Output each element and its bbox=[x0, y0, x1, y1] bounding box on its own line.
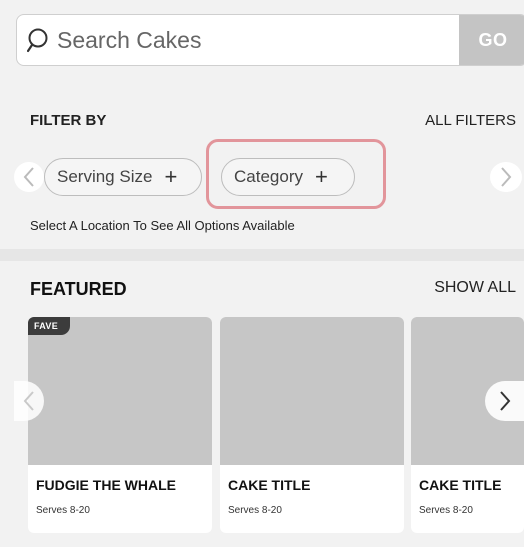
fave-badge: FAVE bbox=[28, 317, 71, 335]
chevron-left-icon bbox=[23, 167, 34, 187]
product-image bbox=[28, 317, 212, 465]
product-title: CAKE TITLE bbox=[419, 477, 502, 493]
carousel-next-button[interactable] bbox=[485, 381, 524, 421]
search-bar: GO bbox=[16, 14, 524, 66]
filter-chip-serving-size[interactable]: Serving Size + bbox=[44, 158, 202, 196]
search-input[interactable] bbox=[57, 15, 459, 65]
section-divider bbox=[0, 249, 524, 261]
featured-heading: FEATURED bbox=[30, 279, 127, 299]
chevron-left-icon bbox=[23, 391, 34, 411]
product-title: CAKE TITLE bbox=[228, 477, 311, 493]
product-card[interactable]: FAVE FUDGIE THE WHALE Serves 8-20 bbox=[28, 317, 212, 533]
search-icon bbox=[17, 15, 57, 65]
filter-by-heading: FILTER BY bbox=[30, 112, 107, 129]
chips-scroll-right-button[interactable] bbox=[490, 162, 522, 192]
chip-label: Serving Size bbox=[57, 167, 153, 186]
filter-chip-category[interactable]: Category + bbox=[221, 158, 355, 196]
plus-icon: + bbox=[314, 164, 328, 189]
chevron-right-icon bbox=[499, 391, 510, 411]
product-serves: Serves 8-20 bbox=[228, 505, 282, 516]
all-filters-link[interactable]: ALL FILTERS bbox=[425, 112, 516, 129]
product-card[interactable]: CAKE TITLE Serves 8-20 bbox=[411, 317, 524, 533]
product-serves: Serves 8-20 bbox=[36, 505, 90, 516]
product-image bbox=[220, 317, 404, 465]
location-note: Select A Location To See All Options Ava… bbox=[30, 218, 295, 233]
plus-icon: + bbox=[164, 164, 178, 189]
chip-label: Category bbox=[234, 167, 303, 186]
product-title: FUDGIE THE WHALE bbox=[36, 477, 176, 493]
chips-scroll-left-button[interactable] bbox=[14, 162, 44, 192]
go-button[interactable]: GO bbox=[459, 15, 524, 65]
show-all-link[interactable]: SHOW ALL bbox=[434, 279, 516, 297]
chevron-right-icon bbox=[501, 167, 512, 187]
product-card[interactable]: CAKE TITLE Serves 8-20 bbox=[220, 317, 404, 533]
product-serves: Serves 8-20 bbox=[419, 505, 473, 516]
